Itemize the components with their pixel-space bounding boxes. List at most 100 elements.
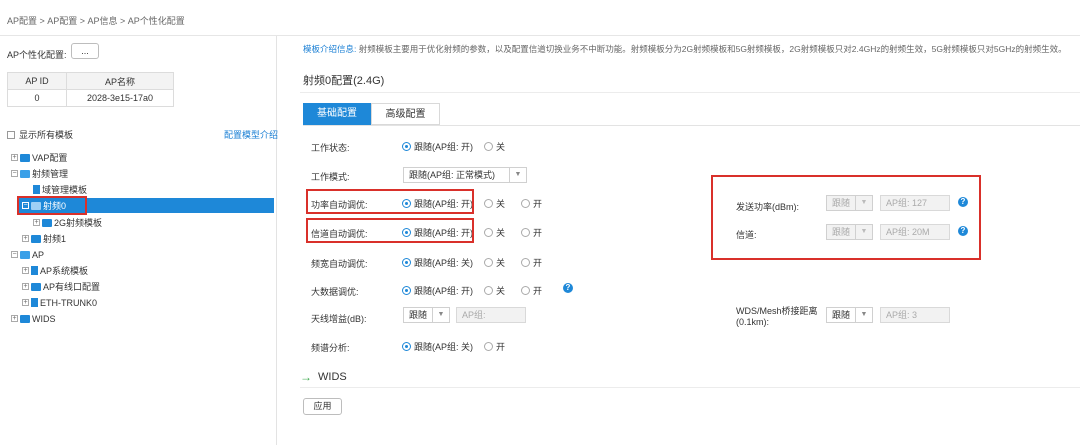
tree-item-radio1[interactable]: + 射频1: [22, 231, 66, 246]
power-auto-off-radio[interactable]: 关: [484, 197, 505, 210]
radio-unchecked-icon: [484, 258, 493, 267]
show-all-checkbox[interactable]: [7, 130, 15, 139]
tx-power-label: 发送功率(dBm):: [736, 202, 800, 212]
wds-distance-input[interactable]: AP组: 3: [880, 307, 950, 323]
expand-icon[interactable]: +: [22, 235, 29, 242]
radio-label: 关: [496, 199, 506, 209]
template-intro-link[interactable]: 配置模型介绍: [224, 128, 278, 141]
folder-icon: [20, 314, 30, 323]
radio-label: 跟随(AP组: 关): [414, 342, 474, 352]
column-header-ap-name: AP名称: [66, 72, 174, 90]
tree-label: 域管理模板: [42, 185, 88, 195]
show-all-templates[interactable]: 显示所有模板: [7, 128, 73, 141]
bigdata-on-radio[interactable]: 开: [521, 284, 542, 297]
folder-open-icon: [20, 250, 30, 259]
bigdata-off-radio[interactable]: 关: [484, 284, 505, 297]
wids-section-label: WIDS: [318, 371, 347, 383]
radio-label: 开: [496, 342, 506, 352]
tree-label: 射频管理: [32, 169, 69, 179]
help-icon[interactable]: ?: [563, 283, 573, 293]
template-info-text: 射频模板主要用于优化射频的参数，以及配置信道切换业务不中断功能。射频模板分为2G…: [358, 44, 1067, 54]
work-state-off-radio[interactable]: 关: [484, 140, 505, 153]
bandwidth-auto-follow-radio[interactable]: 跟随(AP组: 关): [402, 256, 473, 269]
tx-power-input[interactable]: AP组: 127: [880, 195, 950, 211]
work-state-label: 工作状态:: [311, 143, 350, 153]
tx-power-select[interactable]: 跟随: [826, 195, 856, 211]
arrow-right-icon: →: [300, 370, 312, 384]
tree-item-wids[interactable]: + WIDS: [11, 311, 56, 326]
expand-icon[interactable]: +: [22, 299, 29, 306]
tree-item-vap[interactable]: + VAP配置: [11, 150, 67, 165]
select-ap-button[interactable]: ...: [71, 43, 99, 59]
wds-distance-label-line1: WDS/Mesh桥接距离: [736, 306, 818, 316]
channel-select[interactable]: 跟随: [826, 224, 856, 240]
tab-basic-config[interactable]: 基础配置: [303, 103, 371, 125]
radio-label: 跟随(AP组: 开): [414, 142, 474, 152]
table-row[interactable]: 0 2028-3e15-17a0: [7, 89, 174, 107]
cell-ap-id: 0: [7, 89, 67, 107]
radio-label: 开: [533, 228, 543, 238]
chevron-down-icon[interactable]: ▼: [432, 307, 450, 323]
spectrum-follow-radio[interactable]: 跟随(AP组: 关): [402, 340, 473, 353]
tree-label: AP系统模板: [40, 266, 89, 276]
channel-label: 信道:: [736, 230, 757, 240]
tree-item-2g-radio-template[interactable]: + 2G射频模板: [33, 215, 102, 230]
section-title: 射频0配置(2.4G): [303, 75, 385, 87]
highlight-box-radio0: [17, 196, 87, 215]
work-state-follow-radio[interactable]: 跟随(AP组: 开): [402, 140, 473, 153]
radio-unchecked-icon: [484, 286, 493, 295]
antenna-gain-select[interactable]: 跟随: [403, 307, 433, 323]
bigdata-follow-radio[interactable]: 跟随(AP组: 开): [402, 284, 473, 297]
bandwidth-auto-on-radio[interactable]: 开: [521, 256, 542, 269]
tree-label: VAP配置: [32, 153, 68, 163]
expand-icon[interactable]: +: [22, 283, 29, 290]
chevron-down-icon[interactable]: ▼: [855, 195, 873, 211]
radio-unchecked-icon: [521, 258, 530, 267]
expand-icon[interactable]: +: [11, 315, 18, 322]
folder-icon: [31, 282, 41, 291]
radio-label: 跟随(AP组: 开): [414, 286, 474, 296]
collapse-icon[interactable]: −: [11, 170, 18, 177]
channel-auto-on-radio[interactable]: 开: [521, 226, 542, 239]
wds-distance-label: WDS/Mesh桥接距离 (0.1km):: [736, 306, 818, 328]
tree-item-radio-mgmt[interactable]: − 射频管理: [11, 166, 68, 181]
help-icon[interactable]: ?: [958, 226, 968, 236]
cell-ap-name: 2028-3e15-17a0: [66, 89, 174, 107]
tree-item-domain-template[interactable]: 域管理模板: [33, 182, 87, 197]
tree-item-eth-trunk[interactable]: + ETH-TRUNK0: [22, 295, 97, 310]
work-mode-label: 工作模式:: [311, 172, 350, 182]
ap-table: AP ID AP名称 0 2028-3e15-17a0: [7, 72, 174, 107]
expand-icon[interactable]: +: [33, 219, 40, 226]
profile-label: AP个性化配置:: [7, 50, 67, 60]
tree-item-ap[interactable]: − AP: [11, 247, 44, 262]
help-icon[interactable]: ?: [958, 197, 968, 207]
chevron-down-icon[interactable]: ▼: [855, 224, 873, 240]
power-auto-on-radio[interactable]: 开: [521, 197, 542, 210]
radio-label: 跟随(AP组: 关): [414, 258, 474, 268]
chevron-down-icon[interactable]: ▼: [509, 167, 527, 183]
collapse-icon[interactable]: −: [11, 251, 18, 258]
tree-item-ap-system[interactable]: + AP系统模板: [22, 263, 88, 278]
antenna-gain-input[interactable]: AP组:: [456, 307, 526, 323]
radio-unchecked-icon: [521, 286, 530, 295]
document-icon: [33, 185, 40, 194]
tree-label: AP: [32, 249, 45, 260]
template-info-key: 模板介绍信息:: [303, 44, 357, 54]
template-info: 模板介绍信息: 射频模板主要用于优化射频的参数，以及配置信道切换业务不中断功能。…: [303, 43, 1067, 55]
radio-label: 关: [496, 228, 506, 238]
tab-advanced-config[interactable]: 高级配置: [371, 103, 440, 125]
column-header-ap-id: AP ID: [7, 72, 67, 90]
apply-button[interactable]: 应用: [303, 398, 342, 415]
spectrum-on-radio[interactable]: 开: [484, 340, 505, 353]
expand-icon[interactable]: +: [11, 154, 18, 161]
expand-icon[interactable]: +: [22, 267, 29, 274]
wds-distance-select[interactable]: 跟随: [826, 307, 856, 323]
work-mode-select[interactable]: 跟随(AP组: 正常模式): [403, 167, 510, 183]
wids-section-header[interactable]: → WIDS: [300, 370, 347, 384]
channel-input[interactable]: AP组: 20M: [880, 224, 950, 240]
bandwidth-auto-off-radio[interactable]: 关: [484, 256, 505, 269]
radio-unchecked-icon: [484, 228, 493, 237]
chevron-down-icon[interactable]: ▼: [855, 307, 873, 323]
tree-item-ap-wired[interactable]: + AP有线口配置: [22, 279, 100, 294]
channel-auto-off-radio[interactable]: 关: [484, 226, 505, 239]
